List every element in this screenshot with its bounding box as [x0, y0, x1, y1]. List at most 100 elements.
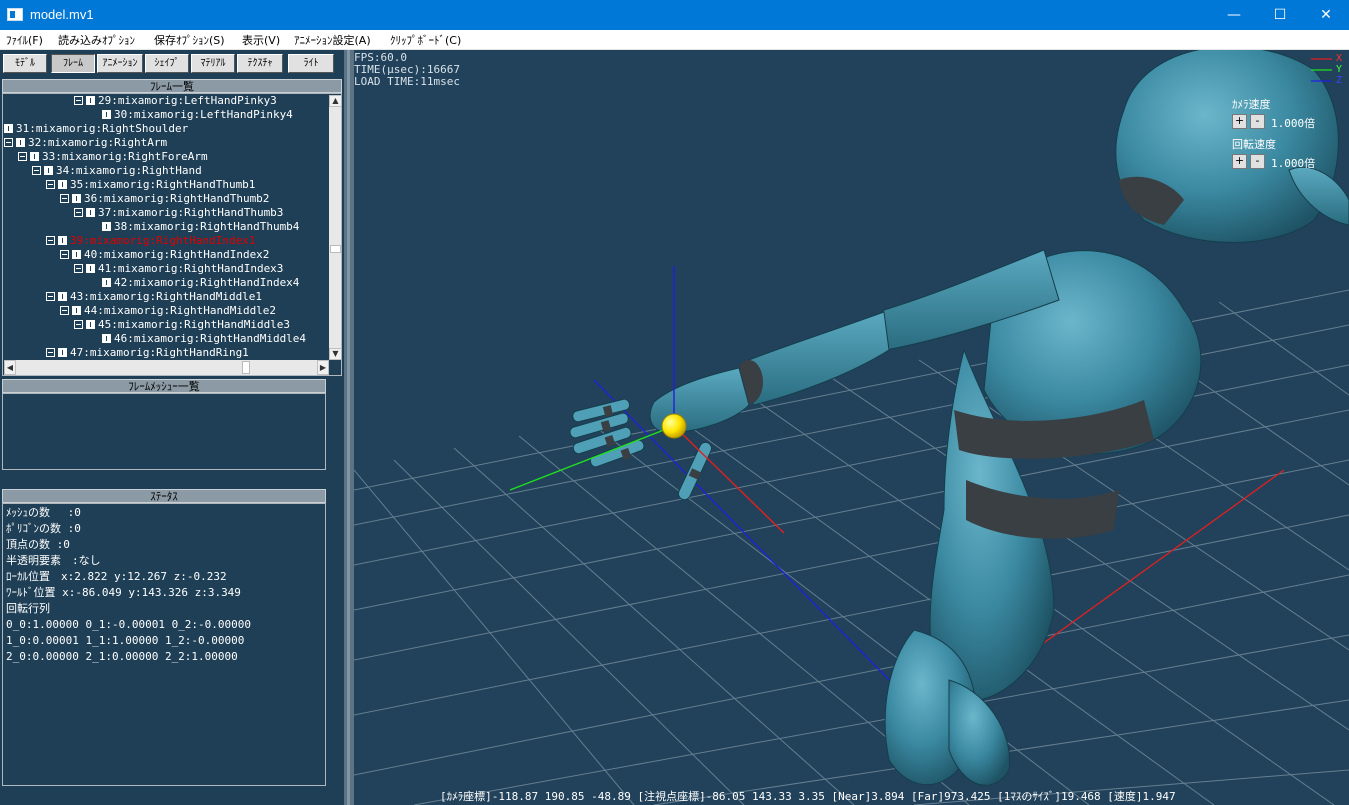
scroll-right-arrow-icon[interactable]: ▶ — [317, 360, 329, 375]
window-title: model.mv1 — [30, 7, 94, 22]
panel-splitter[interactable] — [344, 50, 354, 805]
status-polygon-count: ﾎﾟﾘｺﾞﾝの数 :0 — [6, 522, 81, 535]
collapse-toggle-icon[interactable] — [74, 208, 83, 217]
tree-row[interactable]: 46:mixamorig:RightHandMiddle4 — [102, 332, 306, 346]
camera-speed-label: ｶﾒﾗ速度 — [1232, 98, 1271, 111]
frame-list-header: ﾌﾚｰﾑ一覧 — [2, 79, 342, 93]
rotation-speed-minus-button[interactable]: - — [1250, 154, 1265, 169]
collapse-toggle-icon[interactable] — [32, 166, 41, 175]
bone-icon — [4, 124, 13, 133]
bone-icon — [86, 208, 95, 217]
tab-frame[interactable]: ﾌﾚｰﾑ — [51, 54, 95, 73]
tree-row[interactable]: 47:mixamorig:RightHandRing1 — [46, 346, 249, 360]
legend-label-y: Y — [1336, 64, 1343, 75]
tree-row[interactable]: 33:mixamorig:RightForeArm — [18, 150, 208, 164]
collapse-toggle-icon[interactable] — [74, 264, 83, 273]
collapse-toggle-icon[interactable] — [60, 194, 69, 203]
tree-horizontal-scrollbar[interactable]: ◀ ▶ — [4, 360, 329, 375]
tree-row[interactable]: 32:mixamorig:RightArm — [4, 136, 167, 150]
minimize-button[interactable]: — — [1211, 0, 1257, 30]
tab-texture[interactable]: ﾃｸｽﾁｬ — [237, 54, 283, 73]
collapse-toggle-icon[interactable] — [46, 180, 55, 189]
bone-icon — [102, 222, 111, 231]
bone-icon — [30, 152, 39, 161]
tab-material[interactable]: ﾏﾃﾘｱﾙ — [191, 54, 235, 73]
tree-row[interactable]: 42:mixamorig:RightHandIndex4 — [102, 276, 299, 290]
collapse-toggle-icon[interactable] — [4, 138, 13, 147]
legend-label-x: X — [1336, 53, 1343, 64]
tree-row[interactable]: 29:mixamorig:LeftHandPinky3 — [74, 94, 277, 108]
tree-row[interactable]: 34:mixamorig:RightHand — [32, 164, 202, 178]
scroll-down-arrow-icon[interactable]: ▼ — [329, 348, 341, 360]
tab-light[interactable]: ﾗｲﾄ — [288, 54, 334, 73]
collapse-toggle-icon[interactable] — [46, 348, 55, 357]
bone-icon — [102, 110, 111, 119]
frame-time-readout: TIME(μsec):16667 — [354, 63, 460, 76]
bone-icon — [86, 96, 95, 105]
menu-save-options[interactable]: 保存ｵﾌﾟｼｮﾝ(S) — [154, 32, 225, 48]
legend-label-z: Z — [1336, 75, 1343, 86]
collapse-toggle-icon[interactable] — [18, 152, 27, 161]
tree-row[interactable]: 45:mixamorig:RightHandMiddle3 — [74, 318, 290, 332]
camera-speed-plus-button[interactable]: + — [1232, 114, 1247, 129]
tree-row[interactable]: 40:mixamorig:RightHandIndex2 — [60, 248, 269, 262]
tree-row[interactable]: 31:mixamorig:RightShoulder — [4, 122, 188, 136]
tree-row[interactable]: 30:mixamorig:LeftHandPinky4 — [102, 108, 293, 122]
status-world-position: ﾜｰﾙﾄﾞ位置 x:-86.049 y:143.326 z:3.349 — [6, 586, 241, 599]
menu-load-options[interactable]: 読み込みｵﾌﾟｼｮﾝ — [58, 32, 135, 48]
scene-graphic — [354, 50, 1349, 805]
tree-row[interactable]: 41:mixamorig:RightHandIndex3 — [74, 262, 283, 276]
tree-row[interactable]: 37:mixamorig:RightHandThumb3 — [74, 206, 283, 220]
3d-viewport[interactable]: FPS:60.0 TIME(μsec):16667 LOAD TIME:11ms… — [354, 50, 1349, 805]
menu-clipboard[interactable]: ｸﾘｯﾌﾟﾎﾞｰﾄﾞ(C) — [390, 32, 461, 48]
bone-icon — [72, 194, 81, 203]
scroll-left-arrow-icon[interactable]: ◀ — [4, 360, 16, 375]
collapse-toggle-icon[interactable] — [46, 236, 55, 245]
rotation-speed-plus-button[interactable]: + — [1232, 154, 1247, 169]
bone-icon — [44, 166, 53, 175]
frame-tree[interactable]: 29:mixamorig:LeftHandPinky3 30:mixamorig… — [2, 93, 342, 376]
tree-row-selected[interactable]: 39:mixamorig:RightHandIndex1 — [46, 234, 255, 248]
scroll-thumb[interactable] — [330, 245, 341, 253]
collapse-toggle-icon[interactable] — [74, 320, 83, 329]
menu-animation-settings[interactable]: ｱﾆﾒｰｼｮﾝ設定(A) — [294, 32, 371, 48]
app-icon — [7, 8, 23, 21]
bone-icon — [72, 306, 81, 315]
scroll-thumb[interactable] — [242, 361, 250, 374]
menu-file[interactable]: ﾌｧｲﾙ(F) — [6, 32, 43, 48]
close-button[interactable]: ✕ — [1303, 0, 1349, 30]
menu-bar: ﾌｧｲﾙ(F) 読み込みｵﾌﾟｼｮﾝ 保存ｵﾌﾟｼｮﾝ(S) 表示(V) ｱﾆﾒ… — [0, 30, 1349, 50]
tab-animation[interactable]: ｱﾆﾒｰｼｮﾝ — [97, 54, 143, 73]
tree-row[interactable]: 35:mixamorig:RightHandThumb1 — [46, 178, 255, 192]
tree-row[interactable]: 44:mixamorig:RightHandMiddle2 — [60, 304, 276, 318]
scroll-up-arrow-icon[interactable]: ▲ — [329, 95, 341, 107]
status-mesh-count: ﾒｯｼｭの数 :0 — [6, 506, 81, 519]
camera-speed-minus-button[interactable]: - — [1250, 114, 1265, 129]
collapse-toggle-icon[interactable] — [46, 292, 55, 301]
selected-joint-marker — [661, 413, 687, 439]
tab-model[interactable]: ﾓﾃﾞﾙ — [3, 54, 47, 73]
status-translucent: 半透明要素 :なし — [6, 554, 101, 567]
collapse-toggle-icon[interactable] — [60, 250, 69, 259]
tree-row[interactable]: 38:mixamorig:RightHandThumb4 — [102, 220, 299, 234]
bone-icon — [16, 138, 25, 147]
menu-view[interactable]: 表示(V) — [242, 32, 280, 48]
bone-icon — [72, 250, 81, 259]
bone-icon — [102, 334, 111, 343]
fps-readout: FPS:60.0 — [354, 51, 407, 64]
status-panel: ﾒｯｼｭの数 :0 ﾎﾟﾘｺﾞﾝの数 :0 頂点の数 :0 半透明要素 :なし … — [2, 503, 326, 786]
mesh-list[interactable] — [2, 393, 326, 470]
tab-shape[interactable]: ｼｪｲﾌﾟ — [145, 54, 189, 73]
maximize-button[interactable]: ☐ — [1257, 0, 1303, 30]
collapse-toggle-icon[interactable] — [74, 96, 83, 105]
tree-row[interactable]: 43:mixamorig:RightHandMiddle1 — [46, 290, 262, 304]
collapse-toggle-icon[interactable] — [60, 306, 69, 315]
bone-icon — [58, 180, 67, 189]
status-rotation-title: 回転行列 — [6, 602, 50, 615]
bone-icon — [102, 278, 111, 287]
tree-vertical-scrollbar[interactable]: ▲ ▼ — [329, 95, 341, 360]
bone-icon — [86, 264, 95, 273]
rotation-speed-value: 1.000倍 — [1271, 157, 1316, 170]
tree-row[interactable]: 36:mixamorig:RightHandThumb2 — [60, 192, 269, 206]
camera-status-bar: [ｶﾒﾗ座標]-118.87 190.85 -48.89 [注視点座標]-86.… — [440, 790, 1176, 803]
